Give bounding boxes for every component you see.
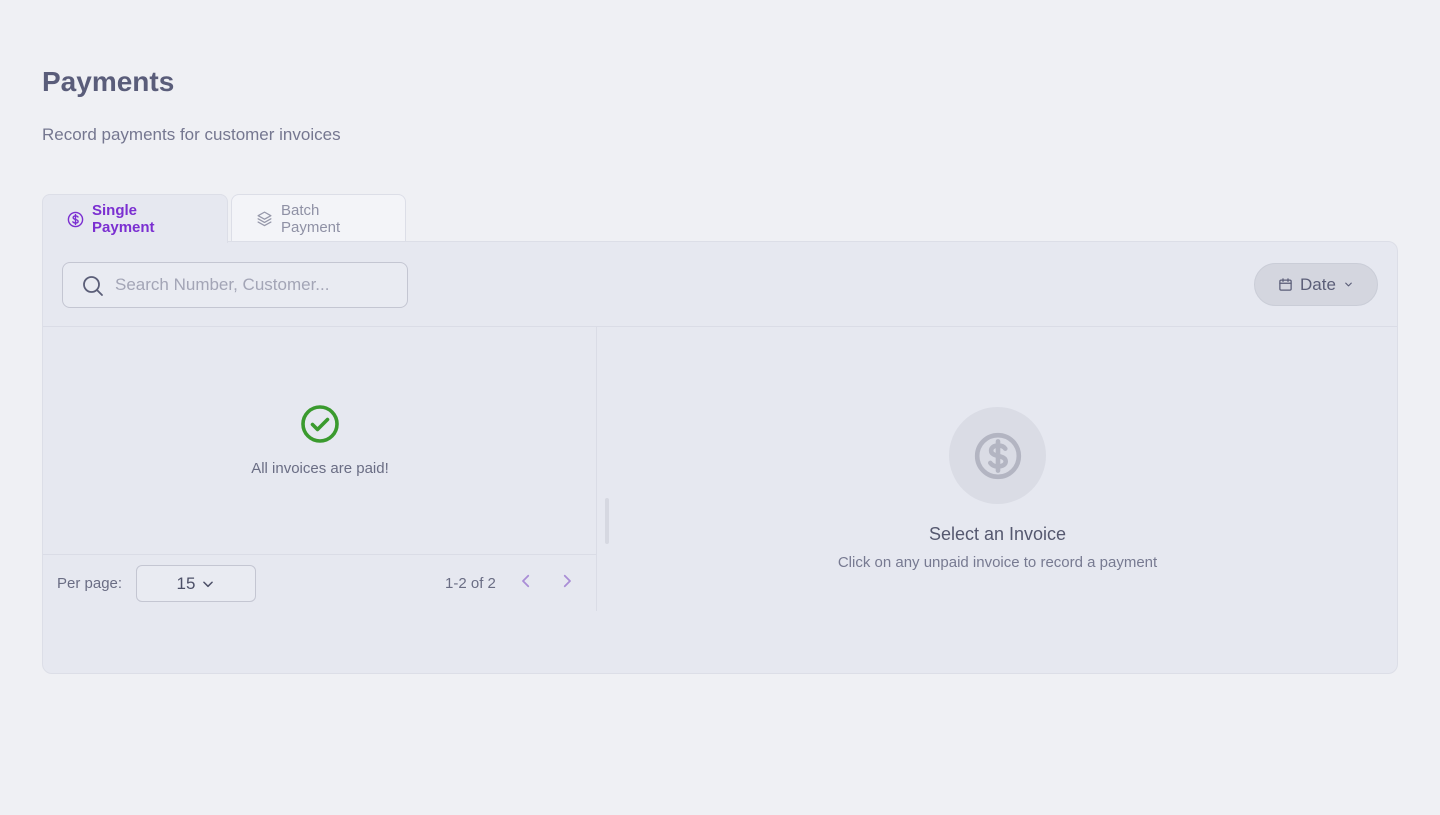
per-page-label: Per page: [57, 575, 123, 592]
pagination: Per page: 15 1-2 of 2 [43, 554, 597, 611]
tab-single-payment-label: Single Payment [92, 202, 155, 236]
date-filter-label: Date [1300, 274, 1336, 294]
chevron-left-icon[interactable] [517, 572, 535, 590]
calendar-icon [1279, 278, 1292, 291]
dollar-circle-icon [974, 432, 1021, 479]
detail-hint: Click on any unpaid invoice to record a … [837, 554, 1158, 571]
search-input[interactable] [115, 263, 395, 307]
chevron-down-icon [1345, 282, 1352, 287]
invoices-empty-state: All invoices are paid! [43, 404, 597, 477]
layers-icon [257, 211, 272, 227]
page-range: 1-2 of 2 [445, 575, 496, 592]
tab-single-payment[interactable]: Single Payment [42, 194, 228, 243]
toolbar: Date [43, 242, 1397, 327]
check-circle-icon [301, 405, 339, 443]
invoice-detail-pane: Select an Invoice Click on any unpaid in… [598, 327, 1397, 611]
invoice-list-pane: All invoices are paid! Per page: 15 1-2 … [43, 327, 597, 611]
date-filter-button[interactable]: Date [1254, 263, 1378, 306]
search-icon [83, 276, 103, 296]
chevron-right-icon[interactable] [558, 572, 576, 590]
dollar-badge [949, 407, 1046, 504]
payment-tabs: Single Payment Batch Payment [42, 194, 406, 243]
chevron-down-icon [203, 580, 214, 587]
search-box [62, 262, 408, 308]
tab-batch-payment-label: Batch Payment [281, 201, 341, 236]
select-invoice-empty-state: Select an Invoice Click on any unpaid in… [598, 407, 1397, 571]
empty-message: All invoices are paid! [251, 460, 389, 477]
per-page-select[interactable]: 15 [136, 565, 256, 602]
detail-heading: Select an Invoice [928, 524, 1067, 544]
payment-panel: Date All invoices are paid! Per page: 15 [42, 241, 1398, 674]
tab-batch-payment[interactable]: Batch Payment [231, 194, 406, 242]
dollar-circle-icon [67, 211, 84, 227]
per-page-value: 15 [176, 573, 196, 593]
page-title: Payments [42, 66, 175, 97]
page-subtitle: Record payments for customer invoices [42, 125, 341, 144]
